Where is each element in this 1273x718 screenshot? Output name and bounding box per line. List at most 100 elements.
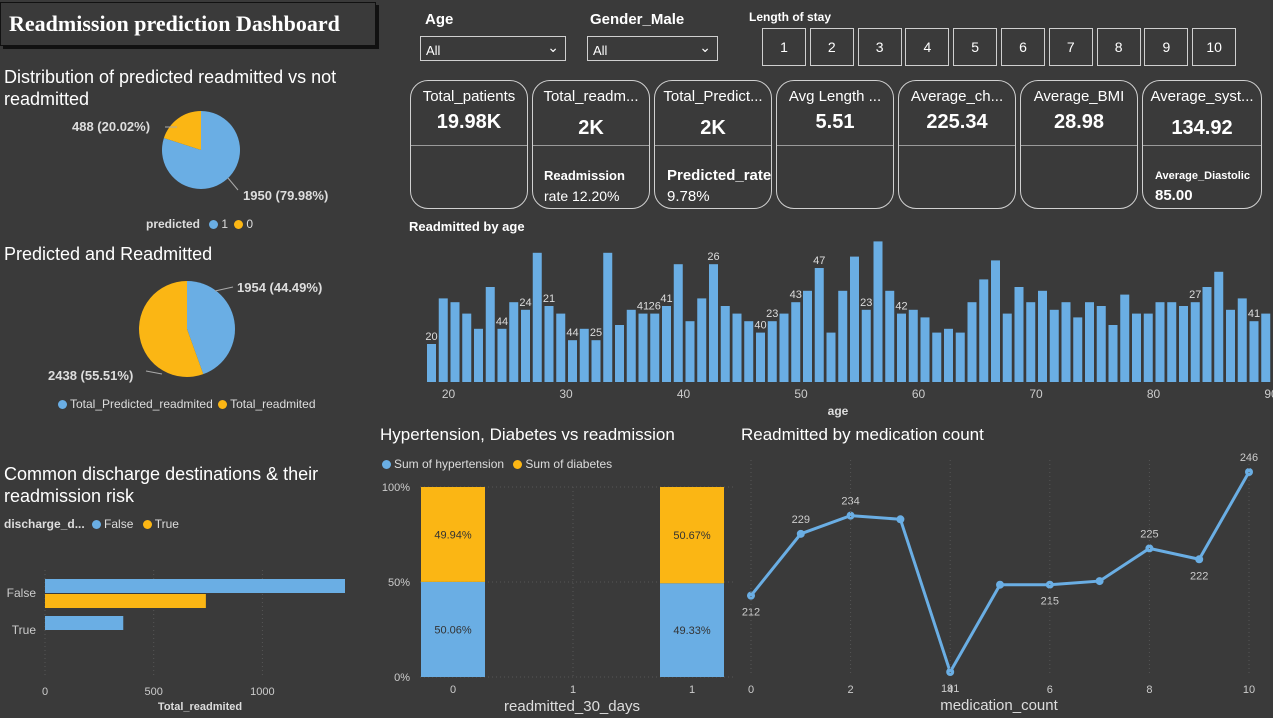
- length-of-stay-option-6[interactable]: 6: [1001, 28, 1045, 66]
- age-bar-data-label: 26: [649, 301, 661, 313]
- age-bar: [1202, 287, 1212, 382]
- length-of-stay-option-5[interactable]: 5: [953, 28, 998, 66]
- age-bar: [1096, 306, 1106, 382]
- age-bar-data-label: 41: [1248, 308, 1260, 320]
- age-bar: [991, 260, 1000, 382]
- age-bar: [1038, 290, 1047, 382]
- age-bar: [1120, 294, 1130, 382]
- age-bar-data-label: 20: [425, 331, 437, 343]
- age-bar: [920, 317, 930, 382]
- x-tick-label: 0: [450, 684, 456, 696]
- age-bar: [1108, 325, 1118, 382]
- bar-false: [45, 579, 345, 593]
- age-dropdown[interactable]: All ⌄: [420, 36, 566, 61]
- age-bar: [944, 328, 953, 382]
- age-bar: [1249, 321, 1259, 382]
- x-tick-label: 40: [677, 387, 691, 401]
- kpi-card: Average_ch... 225.34: [898, 80, 1016, 209]
- pie2-legend-item-0: Total_Predicted_readmited: [70, 397, 213, 411]
- pie2-slice-label-predicted: 1954 (44.49%): [237, 280, 322, 295]
- kpi-sub-label: Readmission: [544, 168, 625, 183]
- x-tick-label: 1: [570, 684, 576, 696]
- pie1-legend: predicted 1 0: [146, 217, 253, 231]
- age-bar-data-label: 44: [496, 316, 508, 328]
- kpi-sub-value: 85.00: [1155, 187, 1193, 204]
- age-bar-data-label: 43: [790, 289, 802, 301]
- kpi-divider: [411, 145, 527, 146]
- age-bar: [732, 313, 742, 382]
- kpi-title: Average_BMI: [1033, 88, 1125, 105]
- stacked-bar-chart: 0% 50% 100% 50.06% 49.94% 49.33% 50.67% 0 1 1 read…: [382, 482, 735, 715]
- discharge-legend-false: False: [104, 517, 134, 531]
- length-of-stay-option-7[interactable]: 7: [1048, 28, 1093, 66]
- kpi-card: Average_BMI 28.98: [1020, 80, 1138, 209]
- pie1-slice-label-1: 1950 (79.98%): [243, 188, 328, 203]
- medication-line: [749, 471, 1251, 676]
- line-point: [996, 580, 1004, 589]
- bar-false: [45, 616, 124, 630]
- length-of-stay-option-10[interactable]: 10: [1192, 28, 1237, 66]
- gender-dropdown[interactable]: All ⌄: [587, 36, 718, 61]
- age-bar: [897, 313, 906, 382]
- age-bar: [932, 332, 942, 382]
- kpi-divider: [1143, 145, 1261, 146]
- x-tick-label: 90: [1264, 387, 1273, 401]
- age-bar: [803, 290, 812, 382]
- dashboard-title-box: Readmission prediction Dashboard: [0, 2, 376, 46]
- age-bar: [767, 321, 777, 382]
- age-bar: [427, 344, 436, 382]
- line-point: [796, 529, 805, 538]
- legend-dot-yellow: [234, 220, 244, 230]
- age-bar-data-label: 23: [860, 297, 872, 309]
- kpi-value: 28.98: [1053, 111, 1105, 133]
- stacked-chart-title: Hypertension, Diabetes vs readmission: [380, 425, 675, 444]
- length-of-stay-option-3[interactable]: 3: [857, 28, 902, 66]
- age-bar: [591, 340, 601, 382]
- age-bar: [521, 309, 530, 382]
- length-of-stay-option-1[interactable]: 1: [762, 28, 806, 66]
- age-bar-data-label: 25: [590, 327, 602, 339]
- length-of-stay-option-2[interactable]: 2: [809, 28, 854, 66]
- x-tick-label: 0: [748, 684, 754, 696]
- age-bar: [967, 302, 977, 382]
- age-bar: [720, 306, 730, 382]
- legend-dot-blue: [92, 520, 102, 530]
- age-bar-data-label: 42: [895, 301, 907, 313]
- age-bar: [1179, 306, 1188, 382]
- legend-dot-blue: [382, 460, 391, 470]
- pie1-legend-title: predicted: [146, 217, 201, 231]
- x-tick-label: 30: [559, 387, 573, 401]
- age-bar: [438, 298, 448, 382]
- length-of-stay-option-4[interactable]: 4: [905, 28, 950, 66]
- pie2-title: Predicted and Readmitted: [4, 244, 213, 264]
- length-of-stay-option-9[interactable]: 9: [1144, 28, 1189, 66]
- x-tick-label: 50: [794, 387, 808, 401]
- age-bar-data-label: 26: [707, 251, 719, 263]
- kpi-title: Avg Length ...: [788, 88, 882, 105]
- x-axis-title: Total_readmited: [158, 701, 242, 713]
- age-bar: [662, 306, 671, 382]
- discharge-bar-chart: 0 500 1000 False True Total_readmited: [7, 570, 345, 713]
- age-bar: [850, 256, 859, 382]
- x-tick-label: 1: [689, 684, 695, 696]
- age-bar: [814, 268, 824, 382]
- kpi-title: Total_readm...: [543, 88, 639, 105]
- kpi-sub-value: rate 12.20%: [544, 188, 620, 204]
- kpi-value: 225.34: [926, 111, 988, 133]
- kpi-divider: [899, 145, 1015, 146]
- pie1-title: Distribution of predicted readmitted vs …: [4, 67, 337, 109]
- x-tick-label: 1000: [250, 686, 274, 698]
- age-bar: [485, 287, 495, 382]
- kpi-title: Total_Predict...: [663, 88, 763, 105]
- age-bar: [497, 328, 507, 382]
- length-of-stay-option-8[interactable]: 8: [1096, 28, 1141, 66]
- age-bar: [568, 340, 577, 382]
- age-bar-data-label: 41: [637, 301, 649, 313]
- x-axis-title: readmitted_30_days: [504, 698, 640, 715]
- age-bar-data-label: 47: [813, 255, 825, 267]
- discharge-chart-title: Common discharge destinations & their re…: [4, 464, 319, 506]
- stacked-data-label: 50.06%: [434, 624, 472, 636]
- age-bar: [979, 279, 989, 382]
- age-bar: [603, 252, 613, 382]
- age-bar: [650, 313, 660, 382]
